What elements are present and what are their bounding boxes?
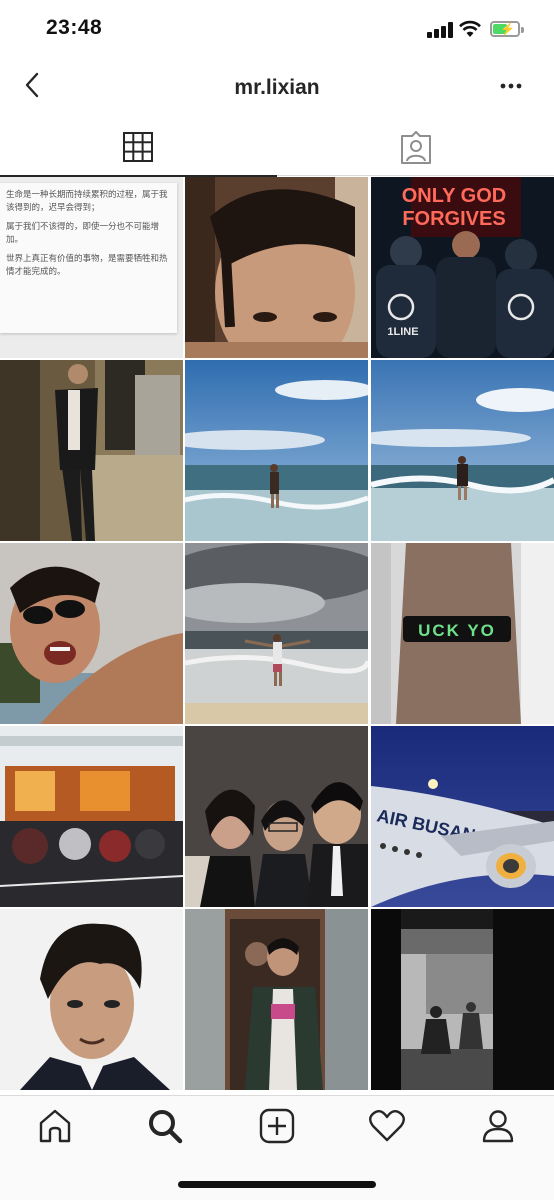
- grid-post-studio-portrait[interactable]: [0, 909, 183, 1090]
- photo-grid: 生命是一种长期而持续累积的过程，属于我该得到的，迟早会得到； 属于我们不该得的，…: [0, 177, 554, 1095]
- grid-post-beach-waves-2[interactable]: [371, 360, 554, 541]
- profile-username: mr.lixian: [234, 76, 320, 99]
- photo-beach-waves: [185, 360, 368, 541]
- hoodie-print: 1LINE: [387, 326, 418, 338]
- grid-post-group-selfie[interactable]: [185, 726, 368, 907]
- quote-line: 属于我们不该得的，即使一分也不可能增加。: [6, 222, 160, 245]
- grid-post-two-men-doorway[interactable]: [185, 909, 368, 1090]
- grid-post-portrait-closeup[interactable]: [185, 177, 368, 358]
- grid-post-text-quote[interactable]: 生命是一种长期而持续累积的过程，属于我该得到的，迟早会得到； 属于我们不该得的，…: [0, 177, 183, 358]
- new-post-icon[interactable]: [257, 1106, 297, 1146]
- more-options-icon[interactable]: [496, 74, 526, 98]
- search-icon[interactable]: [145, 1106, 185, 1146]
- grid-post-beach-arms-wide[interactable]: [185, 543, 368, 724]
- quote-line: 世界上真正有价值的事物，是需要牺牲和热情才能完成的。: [6, 254, 168, 277]
- photo-studio-portrait: [0, 909, 183, 1090]
- grid-post-neon-sign[interactable]: ONLY GOD FORGIVES 1LINE: [371, 177, 554, 358]
- wristband-print: UCK YO: [418, 621, 496, 640]
- profile-header: mr.lixian: [0, 58, 554, 120]
- status-time: 23:48: [46, 16, 103, 39]
- profile-icon[interactable]: [478, 1106, 518, 1146]
- photo-airplane-night: AIR BUSAN: [371, 726, 554, 907]
- grid-post-sunglasses-selfie[interactable]: [0, 543, 183, 724]
- photo-neon-sign-group: ONLY GOD FORGIVES 1LINE: [371, 177, 554, 358]
- photo-two-men-doorway: [185, 909, 368, 1090]
- home-icon[interactable]: [35, 1106, 75, 1146]
- photo-portrait-closeup: [185, 177, 368, 358]
- photo-man-by-wall: [0, 360, 183, 541]
- photo-sunglasses-selfie: [0, 543, 183, 724]
- tab-tagged[interactable]: [277, 120, 554, 176]
- neon-sign-line1: ONLY GOD: [402, 185, 506, 207]
- photo-beach-waves-2: [371, 360, 554, 541]
- grid-icon: [123, 132, 153, 162]
- photo-bw-rooftop: [371, 909, 554, 1090]
- cellular-signal-icon: [427, 22, 453, 38]
- activity-heart-icon[interactable]: [367, 1106, 407, 1146]
- battery-icon: ⚡: [490, 21, 524, 37]
- profile-tabs: [0, 120, 554, 177]
- text-quote-card: 生命是一种长期而持续累积的过程，属于我该得到的，迟早会得到； 属于我们不该得的，…: [0, 183, 177, 333]
- home-indicator[interactable]: [178, 1181, 376, 1188]
- grid-post-beach-waves[interactable]: [185, 360, 368, 541]
- quote-line: 生命是一种长期而持续累积的过程，属于我该得到的，迟早会得到；: [6, 190, 168, 213]
- grid-post-airplane-night[interactable]: AIR BUSAN: [371, 726, 554, 907]
- tab-posts-grid[interactable]: [0, 120, 277, 177]
- grid-post-man-by-wall[interactable]: [0, 360, 183, 541]
- photo-monks-scooters: [0, 726, 183, 907]
- neon-sign-line2: FORGIVES: [402, 208, 505, 230]
- wifi-icon: [459, 20, 481, 37]
- photo-group-selfie: [185, 726, 368, 907]
- grid-post-bw-rooftop[interactable]: [371, 909, 554, 1090]
- status-bar: 23:48 ⚡: [0, 0, 554, 58]
- photo-beach-arms-wide: [185, 543, 368, 724]
- grid-post-monks-scooters[interactable]: [0, 726, 183, 907]
- photo-wristband: UCK YO: [371, 543, 554, 724]
- grid-post-wristband[interactable]: UCK YO: [371, 543, 554, 724]
- tagged-person-icon: [401, 131, 431, 164]
